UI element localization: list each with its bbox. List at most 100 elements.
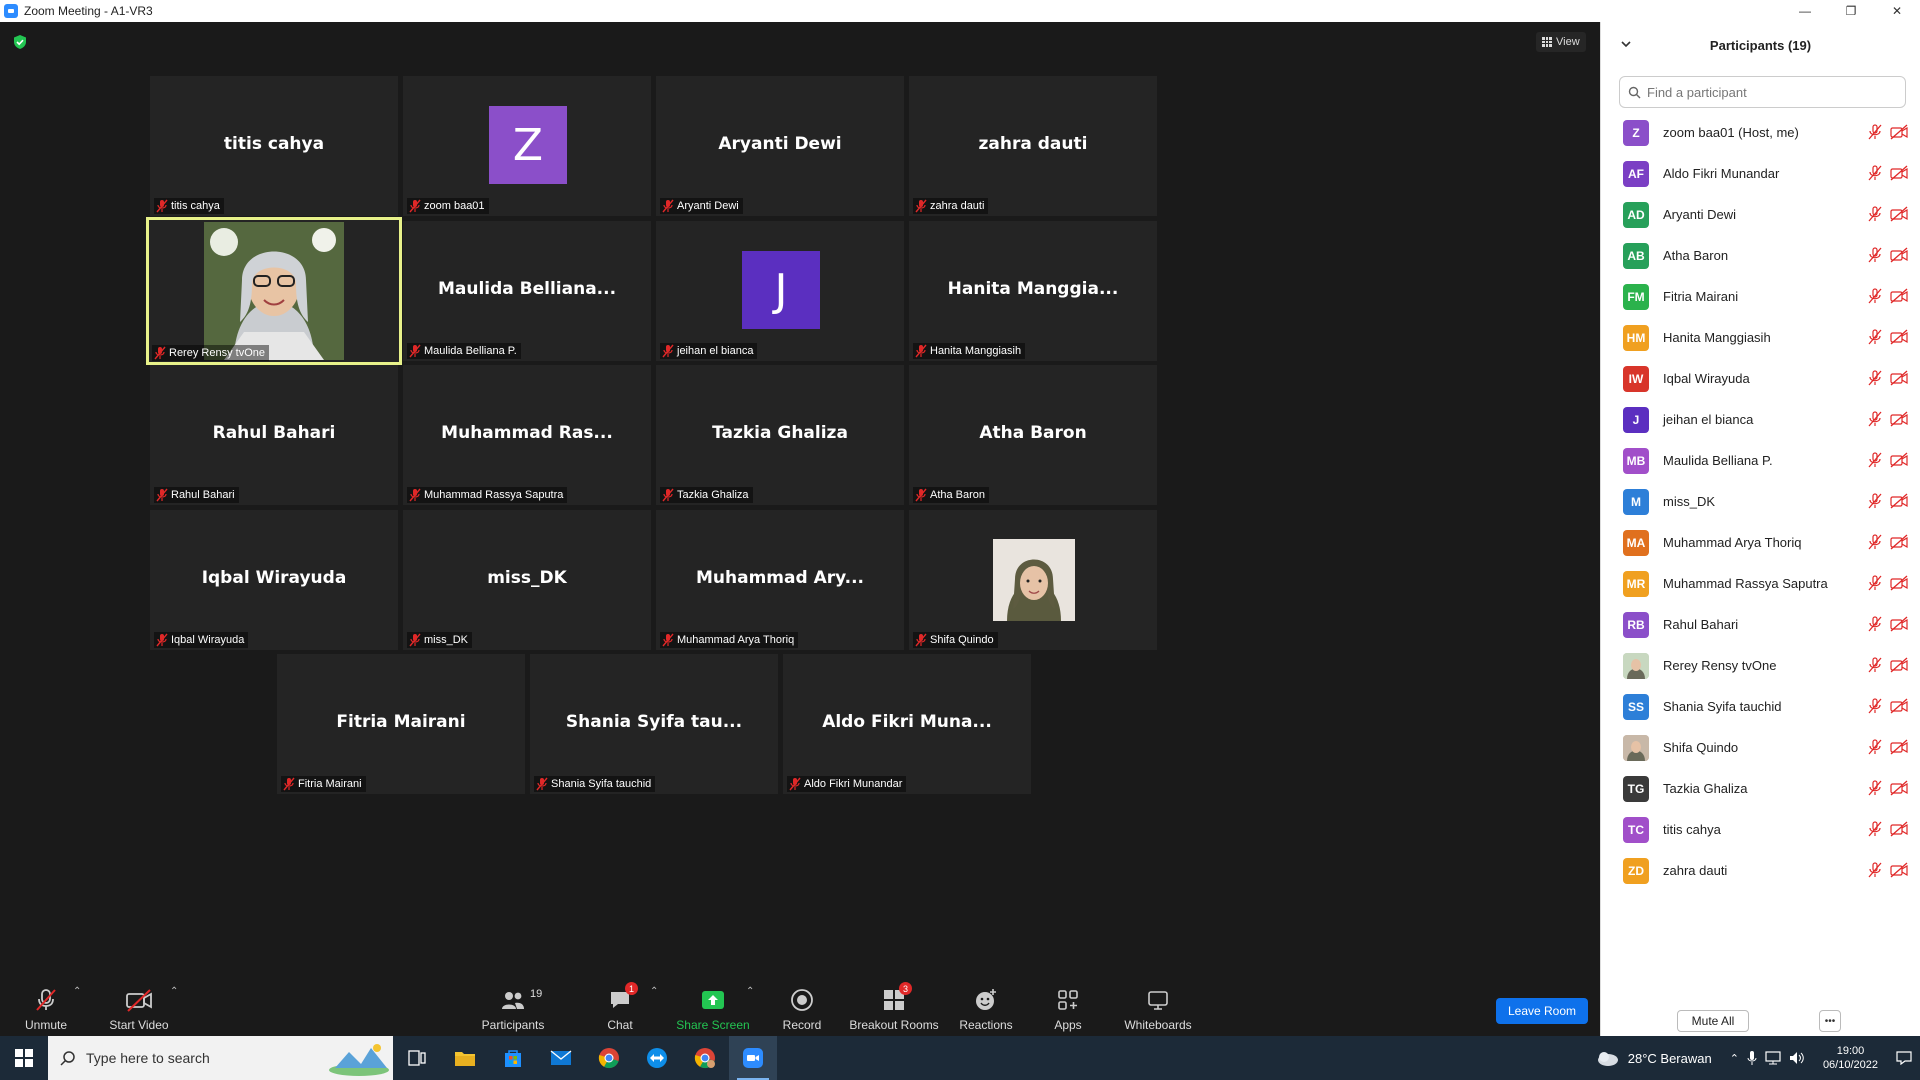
chevron-down-icon[interactable] (1619, 37, 1633, 51)
participant-row[interactable]: Shifa Quindo (1601, 727, 1920, 768)
teamviewer-icon[interactable] (633, 1036, 681, 1080)
weather-text[interactable]: 28°C Berawan (1628, 1051, 1712, 1066)
tile-display-name: Shania Syifa tau... (565, 712, 743, 732)
mic-off-icon (409, 633, 421, 647)
file-explorer-icon[interactable] (441, 1036, 489, 1080)
chrome-profile-icon[interactable] (681, 1036, 729, 1080)
mic-off-icon (154, 346, 166, 360)
video-tile[interactable]: zahra dauti zahra dauti (909, 76, 1157, 216)
chat-options-caret-icon[interactable]: ⌃ (650, 986, 658, 997)
whiteboards-button[interactable]: Whiteboards (1118, 980, 1198, 1036)
avatar: HM (1623, 324, 1649, 351)
windows-start-button[interactable] (0, 1036, 48, 1080)
participant-row[interactable]: AB Atha Baron (1601, 235, 1920, 276)
taskbar-search-box[interactable]: Type here to search (48, 1036, 393, 1080)
system-tray: 28°C Berawan ⌃ 19:00 06/10/2022 (1594, 1036, 1920, 1080)
mic-muted-icon (1868, 739, 1882, 758)
video-tile[interactable]: Rahul Bahari Rahul Bahari (150, 365, 398, 505)
participants-button[interactable]: 19 Participants (478, 980, 548, 1036)
show-hidden-icons-chevron-icon[interactable]: ⌃ (1730, 1052, 1739, 1065)
mic-off-icon (915, 633, 927, 647)
start-video-button[interactable]: Start Video (104, 980, 174, 1036)
participant-row[interactable]: FM Fitria Mairani (1601, 276, 1920, 317)
video-tile[interactable]: titis cahya titis cahya (150, 76, 398, 216)
leave-room-button[interactable]: Leave Room (1496, 998, 1588, 1024)
video-tile[interactable]: Muhammad Ary... Muhammad Arya Thoriq (656, 510, 904, 650)
close-icon[interactable]: ✕ (1874, 0, 1920, 22)
participant-row[interactable]: Jjeihan el bianca (1601, 399, 1920, 440)
participant-name: miss_DK (424, 634, 469, 646)
video-tile[interactable]: Rerey Rensy tvOne (146, 217, 402, 365)
video-options-caret-icon[interactable]: ⌃ (170, 986, 178, 997)
taskbar-clock[interactable]: 19:00 06/10/2022 (1823, 1044, 1878, 1072)
security-shield-icon[interactable] (12, 34, 28, 50)
volume-icon[interactable] (1789, 1051, 1805, 1065)
video-tile[interactable]: Iqbal Wirayuda Iqbal Wirayuda (150, 510, 398, 650)
participant-row[interactable]: Mmiss_DK (1601, 481, 1920, 522)
video-tile[interactable]: Muhammad Ras... Muhammad Rassya Saputra (403, 365, 651, 505)
participant-row[interactable]: MR Muhammad Rassya Saputra (1601, 563, 1920, 604)
video-tile[interactable]: Fitria Mairani Fitria Mairani (277, 654, 525, 794)
participants-count: 19 (530, 988, 543, 1000)
view-button[interactable]: View (1536, 32, 1586, 52)
mic-off-icon (662, 488, 674, 502)
video-off-icon (1890, 780, 1908, 799)
participant-row[interactable]: IW Iqbal Wirayuda (1601, 358, 1920, 399)
video-off-icon (1890, 862, 1908, 881)
video-tile[interactable]: Atha Baron Atha Baron (909, 365, 1157, 505)
microphone-icon[interactable] (1747, 1050, 1757, 1066)
mic-off-icon (409, 344, 421, 358)
participant-row[interactable]: AD Aryanti Dewi (1601, 194, 1920, 235)
video-tile[interactable]: Jjeihan el bianca (656, 221, 904, 361)
mic-off-icon (156, 633, 168, 647)
record-button[interactable]: Record (778, 980, 826, 1036)
video-tile[interactable]: Zzoom baa01 (403, 76, 651, 216)
participant-name: Rahul Bahari (171, 489, 235, 501)
share-options-caret-icon[interactable]: ⌃ (746, 986, 754, 997)
participant-row[interactable]: Rerey Rensy tvOne (1601, 645, 1920, 686)
participant-row[interactable]: MA Muhammad Arya Thoriq (1601, 522, 1920, 563)
participant-row[interactable]: TG Tazkia Ghaliza (1601, 768, 1920, 809)
video-tile[interactable]: Aryanti Dewi Aryanti Dewi (656, 76, 904, 216)
participant-row[interactable]: HM Hanita Manggiasih (1601, 317, 1920, 358)
video-tile[interactable]: Hanita Manggia... Hanita Manggiasih (909, 221, 1157, 361)
meeting-area: View titis cahya titis cahya Zzoom baa01 Ar… (0, 22, 1600, 1000)
breakout-rooms-button[interactable]: 3 Breakout Rooms (846, 980, 942, 1036)
video-tile[interactable]: Tazkia Ghaliza Tazkia Ghaliza (656, 365, 904, 505)
reactions-button[interactable]: Reactions (958, 980, 1014, 1036)
participant-row[interactable]: RB Rahul Bahari (1601, 604, 1920, 645)
avatar: IW (1623, 365, 1649, 392)
find-participant-input[interactable]: Find a participant (1619, 76, 1906, 108)
restore-icon[interactable]: ❐ (1828, 0, 1874, 22)
video-tile[interactable]: Shifa Quindo (909, 510, 1157, 650)
more-options-icon[interactable]: ••• (1819, 1010, 1841, 1032)
apps-button[interactable]: Apps (1050, 980, 1086, 1036)
unmute-button[interactable]: Unmute (18, 980, 74, 1036)
notifications-icon[interactable] (1896, 1051, 1912, 1065)
participant-row[interactable]: TC titis cahya (1601, 809, 1920, 850)
minimize-icon[interactable]: — (1782, 0, 1828, 22)
video-tile[interactable]: Aldo Fikri Muna... Aldo Fikri Munandar (783, 654, 1031, 794)
video-tile[interactable]: Maulida Belliana... Maulida Belliana P. (403, 221, 651, 361)
share-screen-button[interactable]: Share Screen (676, 980, 750, 1036)
mail-icon[interactable] (537, 1036, 585, 1080)
zoom-taskbar-icon[interactable] (729, 1036, 777, 1080)
video-tile[interactable]: Shania Syifa tau... Shania Syifa tauchid (530, 654, 778, 794)
participant-row[interactable]: ZD zahra dauti (1601, 850, 1920, 891)
mic-muted-icon (1868, 575, 1882, 594)
microsoft-store-icon[interactable] (489, 1036, 537, 1080)
avatar: ZD (1623, 857, 1649, 884)
participant-row[interactable]: AF Aldo Fikri Munandar (1601, 153, 1920, 194)
video-tile[interactable]: miss_DK miss_DK (403, 510, 651, 650)
task-view-icon[interactable] (393, 1036, 441, 1080)
participant-row[interactable]: SS Shania Syifa tauchid (1601, 686, 1920, 727)
participant-row[interactable]: MB Maulida Belliana P. (1601, 440, 1920, 481)
network-icon[interactable] (1765, 1051, 1781, 1065)
chat-button[interactable]: 1 Chat (600, 980, 640, 1036)
participant-name: Tazkia Ghaliza (1663, 781, 1748, 796)
participant-row[interactable]: Zzoom baa01 (Host, me) (1601, 112, 1920, 153)
chrome-icon[interactable] (585, 1036, 633, 1080)
audio-options-caret-icon[interactable]: ⌃ (73, 986, 81, 997)
participant-name: Muhammad Arya Thoriq (677, 634, 795, 646)
mute-all-button[interactable]: Mute All (1677, 1010, 1749, 1032)
